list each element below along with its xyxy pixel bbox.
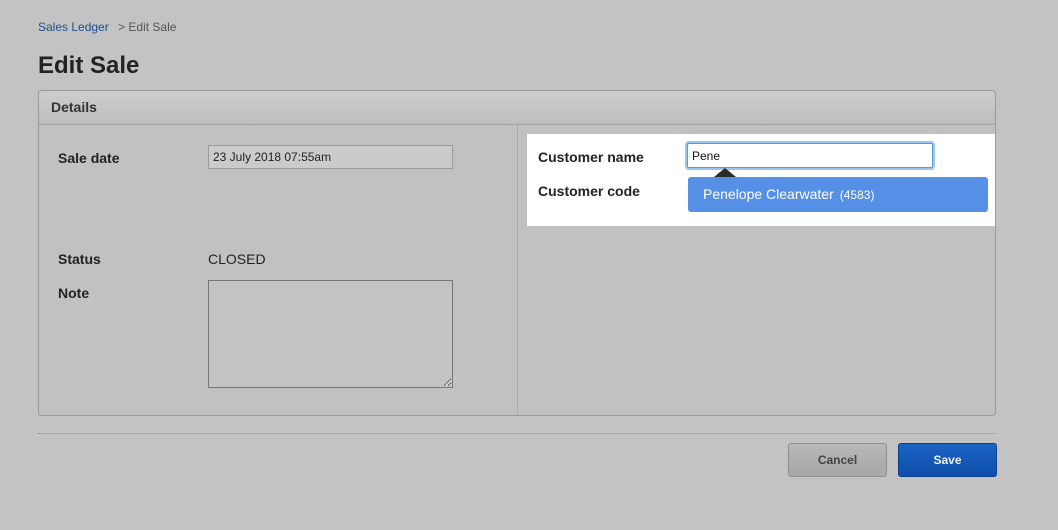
suggestion-name: Penelope Clearwater [703,186,834,202]
status-value: CLOSED [208,251,266,267]
page-title: Edit Sale [38,52,140,79]
details-left-column: Sale date Status CLOSED Note [39,125,518,415]
customer-name-label: Customer name [538,149,644,165]
customer-name-input[interactable] [687,143,933,168]
divider [38,433,996,434]
autocomplete-suggestion[interactable]: Penelope Clearwater (4583) [688,177,988,212]
sale-date-field[interactable] [208,145,453,169]
breadcrumb-link-sales-ledger[interactable]: Sales Ledger [38,20,109,34]
customer-code-label: Customer code [538,183,640,199]
details-panel-header: Details [39,91,995,125]
customer-highlight-area: Customer name Customer code Penelope Cle… [527,134,995,226]
note-label: Note [58,285,90,301]
sale-date-label: Sale date [58,150,120,166]
status-label: Status [58,251,101,267]
caret-up-icon [714,168,736,177]
note-textarea[interactable] [208,280,453,388]
save-button[interactable]: Save [898,443,997,477]
cancel-button[interactable]: Cancel [788,443,887,477]
breadcrumb-current: > Edit Sale [118,20,177,34]
breadcrumb: Sales Ledger > Edit Sale [38,20,176,34]
suggestion-code: (4583) [839,188,875,202]
